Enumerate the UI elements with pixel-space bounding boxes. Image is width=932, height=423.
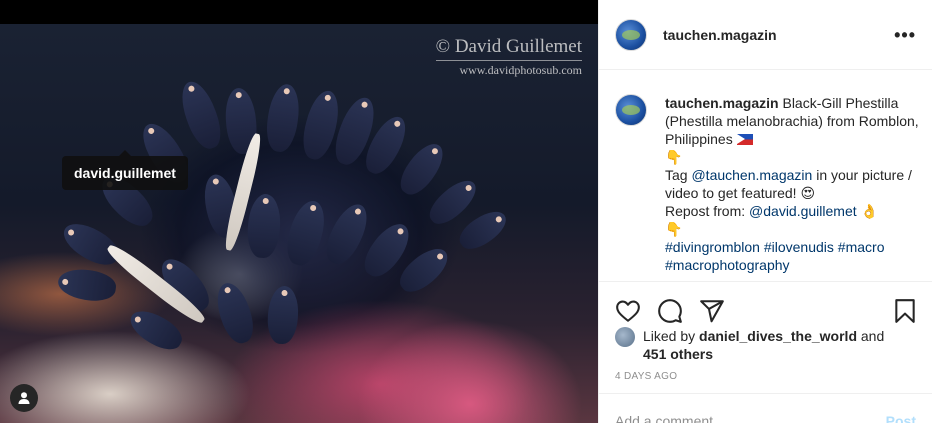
heart-eyes-emoji: 😍 xyxy=(800,185,816,201)
caption-section: tauchen.magazin Black-Gill Phestilla (Ph… xyxy=(615,82,922,280)
photo-watermark: © David Guillemet www.davidphotosub.com xyxy=(435,36,582,78)
bookmark-icon[interactable] xyxy=(892,298,918,324)
watermark-url: www.davidphotosub.com xyxy=(459,63,582,77)
post-photo-pane: © David Guillemet www.davidphotosub.com … xyxy=(0,0,598,423)
comment-input[interactable] xyxy=(615,413,886,423)
liker-username[interactable]: daniel_dives_the_world xyxy=(699,328,857,344)
comment-icon[interactable] xyxy=(657,298,683,324)
repost-prefix-text: Repost from: xyxy=(665,203,750,219)
likes-prefix: Liked by xyxy=(643,328,700,344)
likes-middle: and xyxy=(857,328,885,344)
photo-top-bar xyxy=(0,0,598,24)
hashtag-link[interactable]: #macro xyxy=(838,239,885,255)
post-side-panel: tauchen.magazin ••• tauchen.magazin Blac… xyxy=(598,0,932,423)
caption-text: tauchen.magazin Black-Gill Phestilla (Ph… xyxy=(665,94,922,280)
post-timestamp[interactable]: 4 days ago xyxy=(615,371,677,382)
tag-prefix-text: Tag xyxy=(665,167,692,183)
watermark-name: © David Guillemet xyxy=(435,36,582,61)
share-icon[interactable] xyxy=(699,298,725,324)
hashtag-link[interactable]: #macrophotography xyxy=(665,257,790,273)
user-tag-tooltip[interactable]: david.guillemet xyxy=(62,150,188,190)
caption-username[interactable]: tauchen.magazin xyxy=(665,95,779,111)
post-comment-button[interactable]: Post xyxy=(886,413,916,423)
person-icon xyxy=(18,392,30,404)
comment-bar: Post xyxy=(599,393,932,423)
post-header: tauchen.magazin ••• xyxy=(599,0,932,70)
post-actions-bar xyxy=(599,281,932,329)
hashtag-link[interactable]: #ilovenudis xyxy=(764,239,834,255)
author-avatar[interactable] xyxy=(615,18,647,51)
post-photo[interactable] xyxy=(0,24,598,423)
pointing-down-emoji-2: 👇 xyxy=(665,221,683,237)
caption-avatar[interactable] xyxy=(615,94,647,126)
hashtag-link[interactable]: #divingromblon xyxy=(665,239,760,255)
likes-summary: Liked by daniel_dives_the_world and 451 … xyxy=(615,327,922,363)
heart-icon[interactable] xyxy=(615,298,641,324)
more-options-icon[interactable]: ••• xyxy=(894,26,916,44)
ok-hand-emoji: 👌 xyxy=(860,203,878,219)
philippines-flag-icon xyxy=(736,134,753,145)
repost-mention-link[interactable]: @david.guillemet xyxy=(749,203,857,219)
author-username[interactable]: tauchen.magazin xyxy=(663,27,894,43)
likes-text: Liked by daniel_dives_the_world and 451 … xyxy=(643,327,884,363)
user-tags-button[interactable] xyxy=(10,384,38,412)
pointing-down-emoji: 👇 xyxy=(665,149,683,165)
tag-mention-link[interactable]: @tauchen.magazin xyxy=(691,167,812,183)
likes-others-link[interactable]: 451 others xyxy=(643,346,713,362)
liker-avatar[interactable] xyxy=(615,327,635,347)
